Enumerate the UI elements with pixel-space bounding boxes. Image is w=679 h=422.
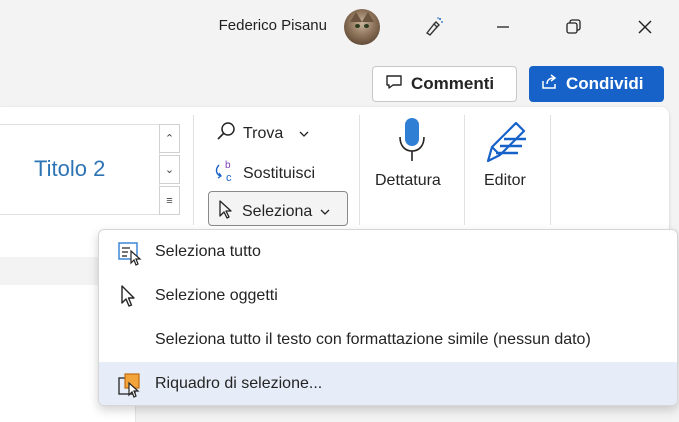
menu-item-label: Riquadro di selezione... [155,375,323,392]
title-bar: Federico Pisanu [0,0,679,56]
share-icon [540,73,558,96]
minimize-icon[interactable] [486,10,520,44]
select-button-content: Seleziona [216,199,330,224]
svg-text:c: c [226,172,232,183]
menu-item-selection-pane[interactable]: Riquadro di selezione... [99,362,677,405]
chevron-down-icon: ⌄ [164,164,175,176]
style-title-2[interactable]: Titolo 2 [34,156,105,182]
expand-gallery-icon: ≡ [166,194,173,207]
menu-item-label: Selezione oggetti [155,287,278,304]
menu-item-label: Seleziona tutto il testo con formattazio… [155,331,591,348]
find-label: Trova [243,124,284,142]
restore-icon[interactable] [556,10,590,44]
select-objects-icon [117,284,141,308]
user-name[interactable]: Federico Pisanu [219,17,327,34]
ribbon-separator [359,115,360,225]
microphone-icon [396,117,428,168]
avatar[interactable] [344,9,380,45]
chevron-down-icon[interactable] [299,125,309,143]
designer-icon[interactable] [416,10,450,44]
close-icon[interactable] [628,10,662,44]
ribbon-separator [464,115,465,225]
select-label: Seleziona [242,202,313,220]
search-icon [215,120,237,147]
selection-pane-icon [117,372,141,398]
comments-label: Commenti [411,74,495,93]
chevron-down-icon [320,203,330,221]
comments-button[interactable]: Commenti [372,66,517,102]
cursor-icon [216,199,236,224]
find-button[interactable]: Trova [215,120,309,147]
select-dropdown-menu: Seleziona tutto Selezione oggetti Selezi… [98,229,678,406]
menu-item-select-similar-formatting[interactable]: Seleziona tutto il testo con formattazio… [99,318,677,362]
gallery-more-button[interactable]: ≡ [159,186,180,215]
replace-label: Sostituisci [243,164,316,182]
ribbon-separator [550,115,551,225]
gallery-scroll-up-button[interactable]: ⌃ [159,124,180,153]
menu-item-select-objects[interactable]: Selezione oggetti [99,274,677,318]
replace-button[interactable]: bc Sostituisci [213,159,315,188]
share-button[interactable]: Condividi [529,66,664,102]
chevron-up-icon: ⌃ [164,133,175,145]
gallery-scroll-down-button[interactable]: ⌄ [159,155,180,184]
svg-text:b: b [225,160,231,171]
editor-label: Editor [484,172,526,189]
menu-item-select-all[interactable]: Seleziona tutto [99,230,677,274]
share-label: Condividi [566,74,644,93]
replace-icon: bc [213,159,237,188]
dictate-label: Dettatura [375,172,441,189]
ribbon-separator [193,115,194,225]
menu-item-label: Seleziona tutto [155,243,261,260]
comment-icon [385,73,403,96]
select-all-icon [117,240,142,266]
editor-pen-icon [482,117,534,170]
